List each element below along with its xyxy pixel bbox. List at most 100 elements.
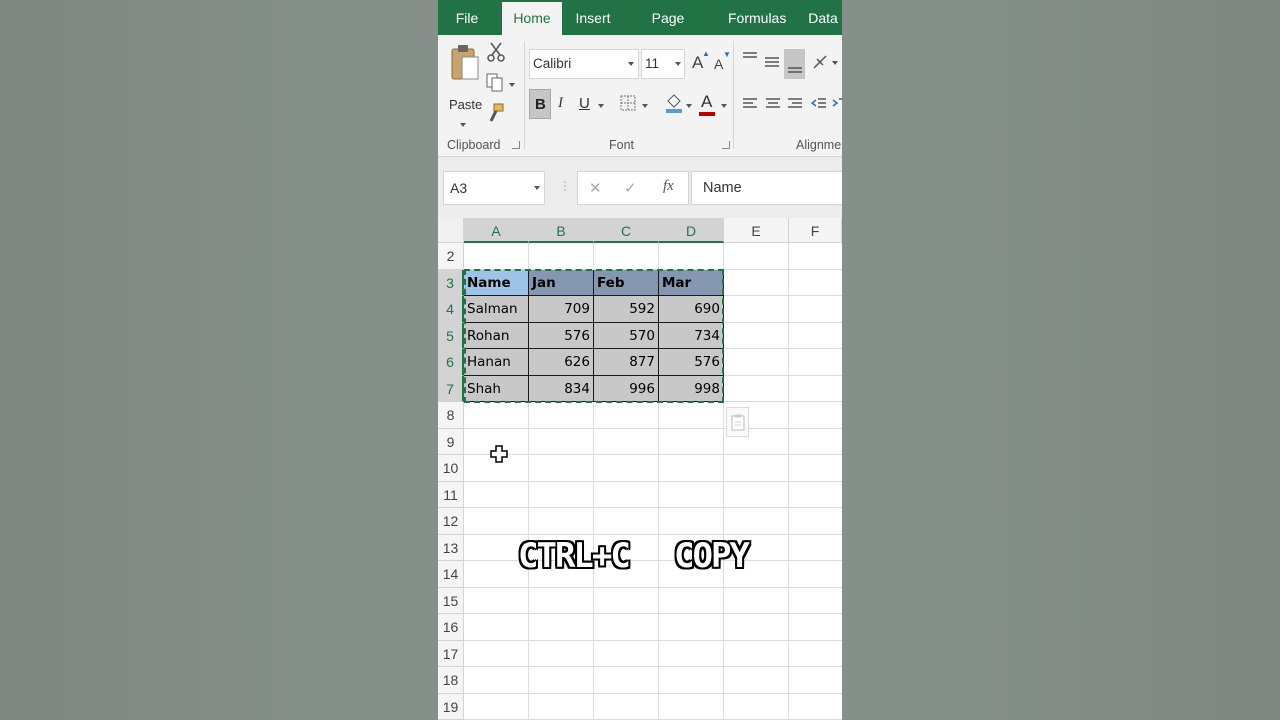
gridline [464, 586, 842, 588]
orientation-dropdown-arrow[interactable] [832, 61, 838, 65]
formula-input[interactable]: Name [691, 171, 842, 205]
align-left-icon[interactable] [742, 97, 758, 111]
name-box-value: A3 [450, 180, 468, 196]
row-header-16[interactable]: 16 [438, 614, 464, 641]
column-header-a[interactable]: A [464, 218, 529, 243]
row-header-8[interactable]: 8 [438, 402, 464, 429]
font-name-select[interactable]: Calibri [529, 49, 639, 79]
row-header-11[interactable]: 11 [438, 481, 464, 508]
paste-dropdown-arrow[interactable] [460, 123, 466, 127]
row-header-4[interactable]: 4 [438, 296, 464, 323]
row-header-19[interactable]: 19 [438, 693, 464, 720]
tab-home[interactable]: Home [502, 2, 562, 35]
copy-marquee [464, 269, 724, 403]
formula-input-value: Name [703, 180, 742, 196]
cell-cursor-icon [490, 445, 508, 463]
row-header-10[interactable]: 10 [438, 455, 464, 482]
row-header-18[interactable]: 18 [438, 667, 464, 694]
font-dialog-launcher[interactable] [722, 141, 730, 149]
group-divider [733, 41, 734, 149]
cancel-icon[interactable]: ✕ [589, 179, 602, 197]
gridline [464, 692, 842, 694]
column-header-b[interactable]: B [529, 218, 594, 243]
gridline [464, 613, 842, 614]
paste-button[interactable]: Paste [446, 41, 482, 127]
format-painter-icon[interactable] [487, 103, 505, 123]
insert-function-button[interactable]: fx [663, 178, 674, 195]
column-header-c[interactable]: C [594, 218, 659, 243]
fill-color-icon[interactable] [665, 92, 683, 114]
row-header-17[interactable]: 17 [438, 640, 464, 667]
align-right-icon[interactable] [787, 97, 803, 111]
font-color-button[interactable]: A [701, 92, 712, 112]
copy-dropdown-arrow[interactable] [509, 83, 515, 87]
alignment-group-label: Alignmen [796, 138, 842, 152]
row-header-5[interactable]: 5 [438, 322, 464, 349]
tab-data[interactable]: Data [808, 0, 838, 35]
clipboard-dialog-launcher[interactable] [512, 141, 520, 149]
gridline [464, 507, 842, 508]
formula-buttons: ✕ ✓ fx [577, 171, 689, 205]
enter-icon[interactable]: ✓ [624, 179, 637, 197]
gridline [464, 639, 842, 641]
clipboard-icon [731, 414, 745, 431]
font-color-dropdown-arrow[interactable] [721, 104, 727, 108]
align-center-icon[interactable] [765, 97, 781, 111]
gridline [464, 666, 842, 667]
row-header-6[interactable]: 6 [438, 349, 464, 376]
bottom-align-button[interactable] [784, 49, 805, 79]
name-box[interactable]: A3 [443, 171, 545, 205]
select-all-corner[interactable] [438, 218, 464, 243]
action-caption: COPY [674, 536, 750, 576]
bold-button[interactable]: B [529, 89, 551, 119]
copy-icon[interactable] [486, 73, 504, 93]
increase-indent-icon[interactable] [832, 97, 842, 111]
ribbon-tab-bar: File Home Insert Page Layout Formulas Da… [438, 0, 842, 62]
paste-label: Paste [449, 97, 483, 112]
middle-align-icon[interactable] [764, 55, 780, 69]
tab-page-layout[interactable]: Page Layout [632, 0, 704, 62]
paste-options-smart-tag[interactable] [726, 407, 749, 437]
font-size-select[interactable]: 11 [641, 49, 685, 79]
gridline [464, 454, 842, 455]
font-color-swatch [699, 112, 715, 116]
clipboard-group-label: Clipboard [447, 138, 501, 152]
underline-dropdown-arrow[interactable] [598, 104, 604, 108]
bottom-align-icon [788, 67, 802, 73]
row-header-2[interactable]: 2 [438, 243, 464, 270]
column-header-e[interactable]: E [724, 218, 789, 243]
tab-insert[interactable]: Insert [572, 0, 614, 35]
tab-file[interactable]: File [446, 0, 488, 35]
gridline [464, 427, 842, 429]
formula-bar-area: A3 ⋮ ✕ ✓ fx Name [438, 157, 842, 218]
shrink-caret-icon: ▼ [723, 50, 731, 59]
tab-formulas[interactable]: Formulas [728, 0, 786, 35]
underline-button[interactable]: U [579, 95, 590, 112]
font-size-value: 11 [645, 56, 660, 71]
group-divider [524, 41, 525, 149]
orientation-icon[interactable] [811, 53, 829, 71]
column-header-d[interactable]: D [659, 218, 724, 243]
fill-color-dropdown-arrow[interactable] [686, 104, 692, 108]
row-header-15[interactable]: 15 [438, 587, 464, 614]
grow-caret-icon: ▲ [702, 49, 710, 58]
top-align-icon[interactable] [742, 51, 758, 65]
row-header-14[interactable]: 14 [438, 561, 464, 588]
row-header-12[interactable]: 12 [438, 508, 464, 535]
borders-icon[interactable] [620, 95, 636, 111]
decrease-font-size-button[interactable]: A [714, 56, 723, 72]
font-group-label: Font [609, 138, 635, 152]
row-header-13[interactable]: 13 [438, 534, 464, 561]
row-header-7[interactable]: 7 [438, 375, 464, 402]
cut-icon[interactable] [487, 41, 505, 63]
shortcut-caption: CTRL+C [518, 536, 631, 576]
borders-dropdown-arrow[interactable] [642, 104, 648, 108]
decrease-indent-icon[interactable] [811, 97, 827, 111]
column-header-f[interactable]: F [789, 218, 842, 243]
italic-button[interactable]: I [558, 95, 563, 112]
row-header-9[interactable]: 9 [438, 428, 464, 455]
chevron-down-icon [534, 186, 540, 190]
formula-bar-splitter-icon[interactable]: ⋮ [559, 179, 571, 193]
worksheet-grid[interactable]: ABCDEF 2 3 4 5 6 7 8 9 10 11 12 13 14 15 16 17 18 19 Name… [438, 218, 842, 720]
row-header-3[interactable]: 3 [438, 269, 464, 296]
